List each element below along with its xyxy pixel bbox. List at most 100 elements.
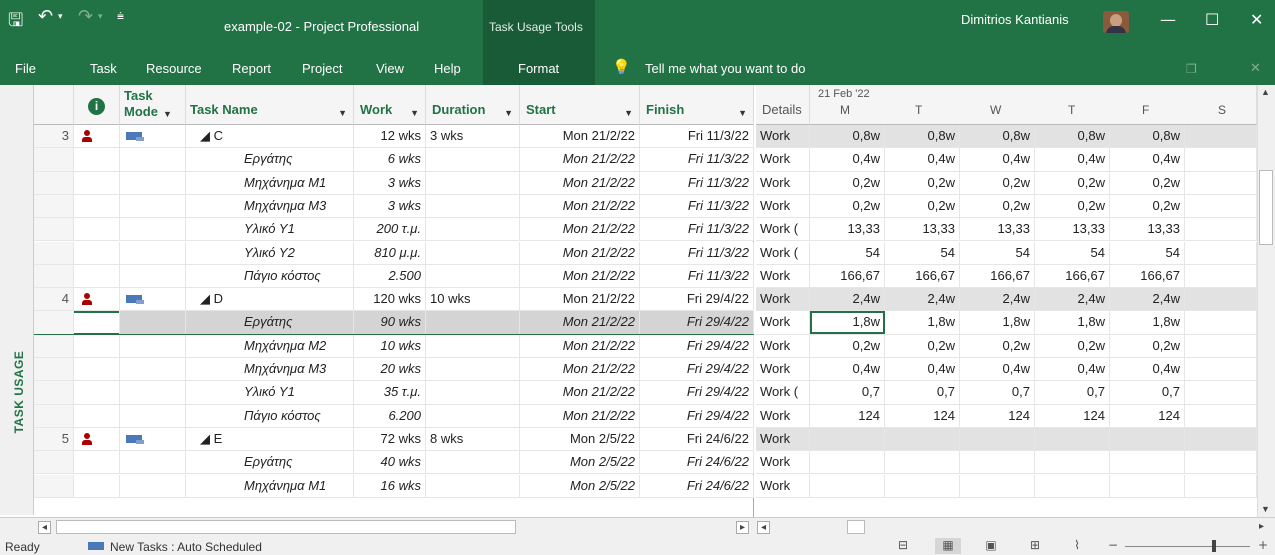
task-name-cell[interactable]: Μηχάνημα Μ3 [186,194,354,218]
day-value-cell[interactable] [1035,474,1110,497]
day-value-cell[interactable]: 54 [810,241,885,264]
day-value-cell[interactable] [1035,427,1110,451]
assignment-row[interactable]: Πάγιο κόστος 2.500 Mon 21/2/22 Fri 11/3/22 [34,264,754,289]
task-mode-cell[interactable] [120,381,186,404]
day-value-cell[interactable]: 124 [960,404,1035,427]
day-value-cell[interactable]: 54 [960,241,1035,264]
work-cell[interactable]: 20 wks [354,358,426,381]
task-mode-cell[interactable] [120,194,186,218]
assignment-row[interactable]: Υλικό Υ1 35 τ.μ. Mon 21/2/22 Fri 29/4/22 [34,381,754,405]
chevron-down-icon[interactable]: ▼ [624,108,633,118]
work-cell[interactable]: 2.500 [354,264,426,288]
work-cell[interactable]: 3 wks [354,194,426,218]
finish-cell[interactable]: Fri 24/6/22 [640,451,754,474]
work-cell[interactable]: 3 wks [354,171,426,194]
duration-cell[interactable] [426,311,520,334]
duration-cell[interactable] [426,264,520,288]
new-tasks-mode[interactable]: New Tasks : Auto Scheduled [110,540,262,554]
day-value-cell[interactable]: 0,8w [885,125,960,148]
day-value-cell[interactable] [1185,451,1257,474]
day-value-cell[interactable]: 0,2w [810,171,885,194]
start-cell[interactable]: Mon 21/2/22 [520,334,640,357]
task-row[interactable]: 4 ◢ D 120 wks 10 wks Mon 21/2/22 Fri 29/4/22 [34,288,754,312]
row-id[interactable] [34,474,74,497]
day-value-cell[interactable]: 0,4w [1110,148,1185,171]
finish-cell[interactable]: Fri 29/4/22 [640,381,754,404]
row-id-header[interactable] [34,85,74,125]
finish-cell[interactable]: Fri 29/4/22 [640,288,754,311]
tab-report[interactable]: Report [232,61,271,76]
left-scroll-thumb[interactable] [56,520,516,534]
task-mode-cell[interactable] [120,288,186,311]
right-scroll-thumb[interactable] [847,520,865,534]
assignment-row[interactable]: Μηχάνημα Μ3 20 wks Mon 21/2/22 Fri 29/4/22 [34,358,754,382]
start-cell[interactable]: Mon 21/2/22 [520,358,640,381]
day-value-cell[interactable] [810,451,885,474]
customize-toolbar-icon[interactable]: ⩧ [117,9,124,24]
task-mode-cell[interactable] [120,334,186,357]
day-value-cell[interactable] [1185,427,1257,451]
day-value-cell[interactable] [960,474,1035,497]
avatar[interactable] [1103,11,1129,33]
day-value-cell[interactable]: 124 [810,404,885,427]
task-name-cell[interactable]: Υλικό Υ1 [186,381,354,404]
day-value-cell[interactable]: 0,4w [1110,358,1185,381]
day-value-cell[interactable] [1185,288,1257,311]
day-value-cell[interactable]: 0,2w [1110,334,1185,357]
work-cell[interactable]: 90 wks [354,311,426,334]
report-view-icon[interactable]: ⌇ [1064,538,1090,554]
row-id[interactable]: 3 [34,125,74,148]
usage-row[interactable]: Work 0,2w 0,2w 0,2w 0,2w 0,2w [756,194,1257,219]
day-value-cell[interactable]: 13,33 [960,218,1035,241]
task-mode-cell[interactable] [120,451,186,474]
duration-cell[interactable] [426,241,520,264]
tab-task[interactable]: Task [90,61,117,76]
work-cell[interactable]: 16 wks [354,474,426,497]
day-value-cell[interactable]: 0,2w [960,171,1035,194]
duration-cell[interactable] [426,218,520,241]
row-id[interactable]: 4 [34,288,74,311]
row-id[interactable] [34,451,74,474]
timescale-header[interactable]: 21 Feb '22 M T W T F S [810,85,1257,125]
day-value-cell[interactable]: 1,8w [960,311,1035,334]
start-cell[interactable]: Mon 21/2/22 [520,288,640,311]
day-value-cell[interactable]: 54 [1035,241,1110,264]
task-mode-cell[interactable] [120,218,186,241]
finish-cell[interactable]: Fri 11/3/22 [640,148,754,171]
day-value-cell[interactable] [885,427,960,451]
usage-row[interactable]: Work 124 124 124 124 124 [756,404,1257,428]
task-mode-cell[interactable] [120,264,186,288]
assignment-row[interactable]: Μηχάνημα Μ3 3 wks Mon 21/2/22 Fri 11/3/22 [34,194,754,219]
day-value-cell[interactable]: 0,7 [885,381,960,404]
work-cell[interactable]: 6 wks [354,148,426,171]
duration-cell[interactable] [426,404,520,427]
day-value-cell[interactable] [1185,218,1257,241]
chevron-down-icon[interactable]: ▼ [338,108,347,118]
usage-row[interactable]: Work 166,67 166,67 166,67 166,67 166,67 [756,264,1257,289]
day-value-cell[interactable]: 2,4w [810,288,885,311]
usage-row[interactable]: Work 1,8w 1,8w 1,8w 1,8w 1,8w [756,311,1257,335]
day-value-cell[interactable] [1185,311,1257,334]
day-value-cell[interactable]: 0,8w [1110,125,1185,148]
resource-sheet-icon[interactable]: ⊞ [1022,538,1048,554]
day-value-cell[interactable]: 1,8w [885,311,960,334]
start-cell[interactable]: Mon 21/2/22 [520,241,640,264]
usage-row[interactable]: Work [756,427,1257,452]
chevron-down-icon[interactable]: ▼ [738,108,747,118]
day-value-cell[interactable] [885,451,960,474]
day-value-cell[interactable]: 0,2w [1035,171,1110,194]
scroll-down-icon[interactable]: ▼ [1261,504,1270,514]
day-value-cell[interactable]: 0,2w [810,334,885,357]
task-name-cell[interactable]: Εργάτης [186,311,354,334]
start-cell[interactable]: Mon 21/2/22 [520,194,640,218]
day-value-cell[interactable]: 0,2w [885,171,960,194]
task-name-header[interactable]: Task Name ▼ [186,85,354,125]
day-value-cell[interactable]: 166,67 [1035,264,1110,288]
minimize-icon[interactable]: — [1160,10,1176,29]
duration-cell[interactable] [426,381,520,404]
duration-cell[interactable]: 8 wks [426,427,520,451]
work-cell[interactable]: 35 τ.μ. [354,381,426,404]
tab-view[interactable]: View [376,61,404,76]
usage-row[interactable]: Work (0,7 0,7 0,7 0,7 0,7 [756,381,1257,405]
day-value-cell[interactable] [960,451,1035,474]
